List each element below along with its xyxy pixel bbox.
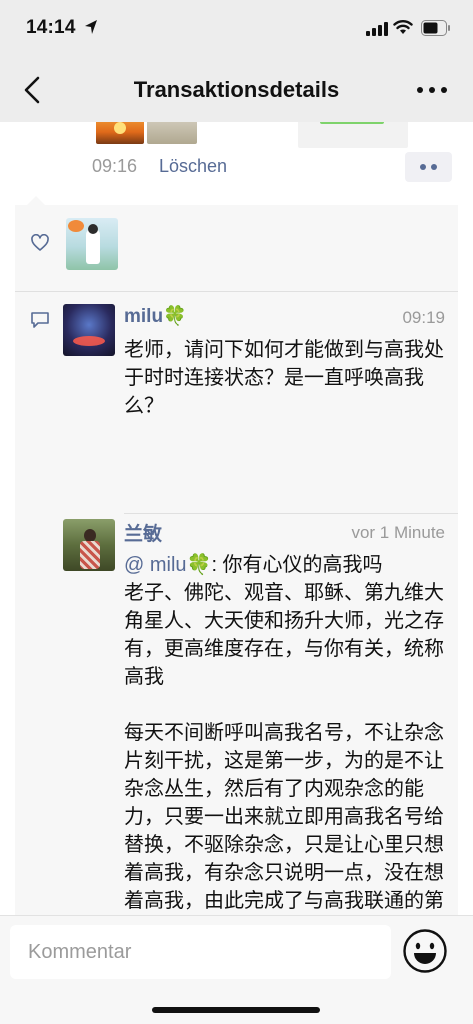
mention-link[interactable]: @ milu🍀 [124,554,211,576]
like-comment-button[interactable] [405,152,452,182]
dot-icon [431,164,437,170]
post-time: 09:16 [92,156,138,176]
more-options-icon[interactable] [414,78,450,102]
divider [15,291,458,292]
location-arrow-icon [85,20,97,34]
avatar[interactable] [63,304,115,356]
post-image[interactable] [96,122,144,144]
liker-avatar[interactable] [66,218,118,270]
post-image-grid [92,122,408,148]
comment-text: @ milu🍀: 你有心仪的高我吗 老子、佛陀、观音、耶稣、第九维大角星人、大天… [124,551,444,915]
comment-text: 老师，请问下如何才能做到与高我处于时时连接状态？是一直呼唤高我么？ [124,339,444,417]
page-title: Transaktionsdetails [133,77,340,102]
heart-icon [31,234,49,251]
comment-time: 09:19 [402,308,445,327]
comment-time: vor 1 Minute [351,523,445,542]
home-indicator [152,1007,320,1013]
comment-input[interactable] [10,925,391,979]
dot-icon [420,164,426,170]
commenter-name[interactable]: milu🍀 [124,304,187,328]
emoji-smiley-icon[interactable] [402,928,448,974]
navigation-bar: Transaktionsdetails [0,58,473,122]
divider [124,513,458,514]
clover-emoji: 🍀 [163,306,187,327]
interactions-panel: milu🍀 09:19 老师，请问下如何才能做到与高我处于时时连接状态？是一直呼… [15,196,458,915]
comment-bubble-icon [31,312,49,328]
delete-link[interactable]: Löschen [159,156,227,177]
comment-input-bar [0,915,473,1024]
battery-icon [421,20,450,36]
status-bar: 14:14 [0,0,473,58]
cellular-signal-icon [366,22,388,36]
avatar[interactable] [63,519,115,571]
status-time: 14:14 [26,17,76,38]
post-image[interactable] [147,122,197,144]
commenter-name[interactable]: 兰敏 [124,519,162,546]
wifi-icon [393,20,413,34]
likes-row [15,205,458,291]
comment-body: : 你有心仪的高我吗 老子、佛陀、观音、耶稣、第九维大角星人、大天使和扬升大师，… [124,554,444,912]
moment-detail-content: 09:16 Löschen milu🍀 09:19 老师，请问下如何才能做到与高… [0,122,473,915]
post-image[interactable] [298,122,408,148]
